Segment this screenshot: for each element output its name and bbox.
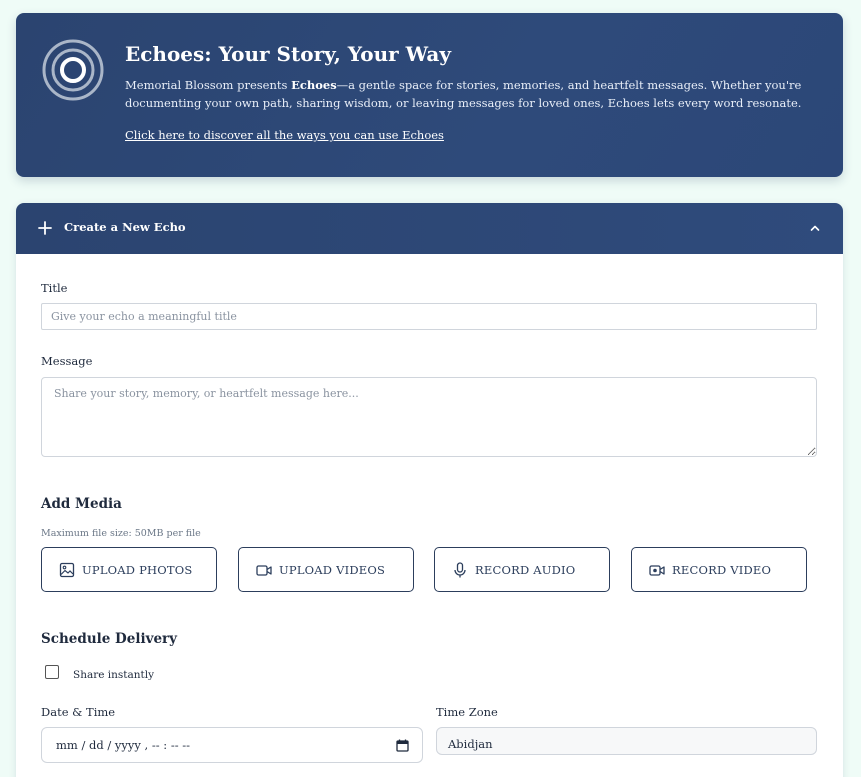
title-input[interactable] [41, 303, 817, 330]
calendar-icon[interactable] [396, 739, 409, 752]
hero-banner: Echoes: Your Story, Your Way Memorial Bl… [16, 13, 843, 177]
create-echo-card: Create a New Echo Title Message Add Medi… [16, 203, 843, 777]
timezone-value: Abidjan [448, 737, 493, 751]
share-instantly-label: Share instantly [73, 669, 155, 681]
hero-title: Echoes: Your Story, Your Way [125, 42, 451, 66]
datetime-input[interactable]: mm / dd / yyyy , -- : -- -- [41, 727, 423, 763]
message-textarea[interactable] [41, 377, 817, 457]
upload-videos-label: UPLOAD VIDEOS [279, 563, 386, 577]
datetime-value: mm / dd / yyyy , -- : -- -- [56, 738, 191, 752]
hero-desc-bold: Echoes [291, 78, 337, 92]
message-label: Message [41, 354, 93, 368]
record-audio-label: RECORD AUDIO [475, 563, 576, 577]
record-video-icon [649, 565, 665, 576]
create-echo-title: Create a New Echo [64, 220, 186, 234]
share-instantly-checkbox[interactable] [45, 665, 59, 679]
upload-photos-label: UPLOAD PHOTOS [82, 563, 193, 577]
hero-desc-prefix: Memorial Blossom presents [125, 78, 292, 92]
plus-icon [38, 221, 52, 235]
chevron-up-icon[interactable] [809, 222, 821, 234]
timezone-select[interactable]: Abidjan [436, 727, 817, 755]
microphone-icon [454, 562, 466, 578]
discover-uses-link[interactable]: Click here to discover all the ways you … [125, 128, 444, 142]
record-video-label: RECORD VIDEO [672, 563, 772, 577]
image-icon [59, 562, 75, 578]
timezone-label: Time Zone [436, 705, 498, 719]
schedule-delivery-heading: Schedule Delivery [41, 631, 177, 647]
concentric-circles-icon [42, 39, 104, 101]
record-audio-button[interactable]: RECORD AUDIO [434, 547, 610, 592]
upload-videos-button[interactable]: UPLOAD VIDEOS [238, 547, 414, 592]
record-video-button[interactable]: RECORD VIDEO [631, 547, 807, 592]
video-camera-icon [256, 565, 272, 576]
add-media-heading: Add Media [41, 496, 122, 512]
file-size-hint: Maximum file size: 50MB per file [41, 528, 201, 539]
hero-description: Memorial Blossom presents Echoes—a gentl… [125, 76, 825, 112]
datetime-label: Date & Time [41, 705, 116, 719]
title-label: Title [41, 281, 68, 295]
create-echo-header[interactable]: Create a New Echo [16, 203, 843, 254]
upload-photos-button[interactable]: UPLOAD PHOTOS [41, 547, 217, 592]
